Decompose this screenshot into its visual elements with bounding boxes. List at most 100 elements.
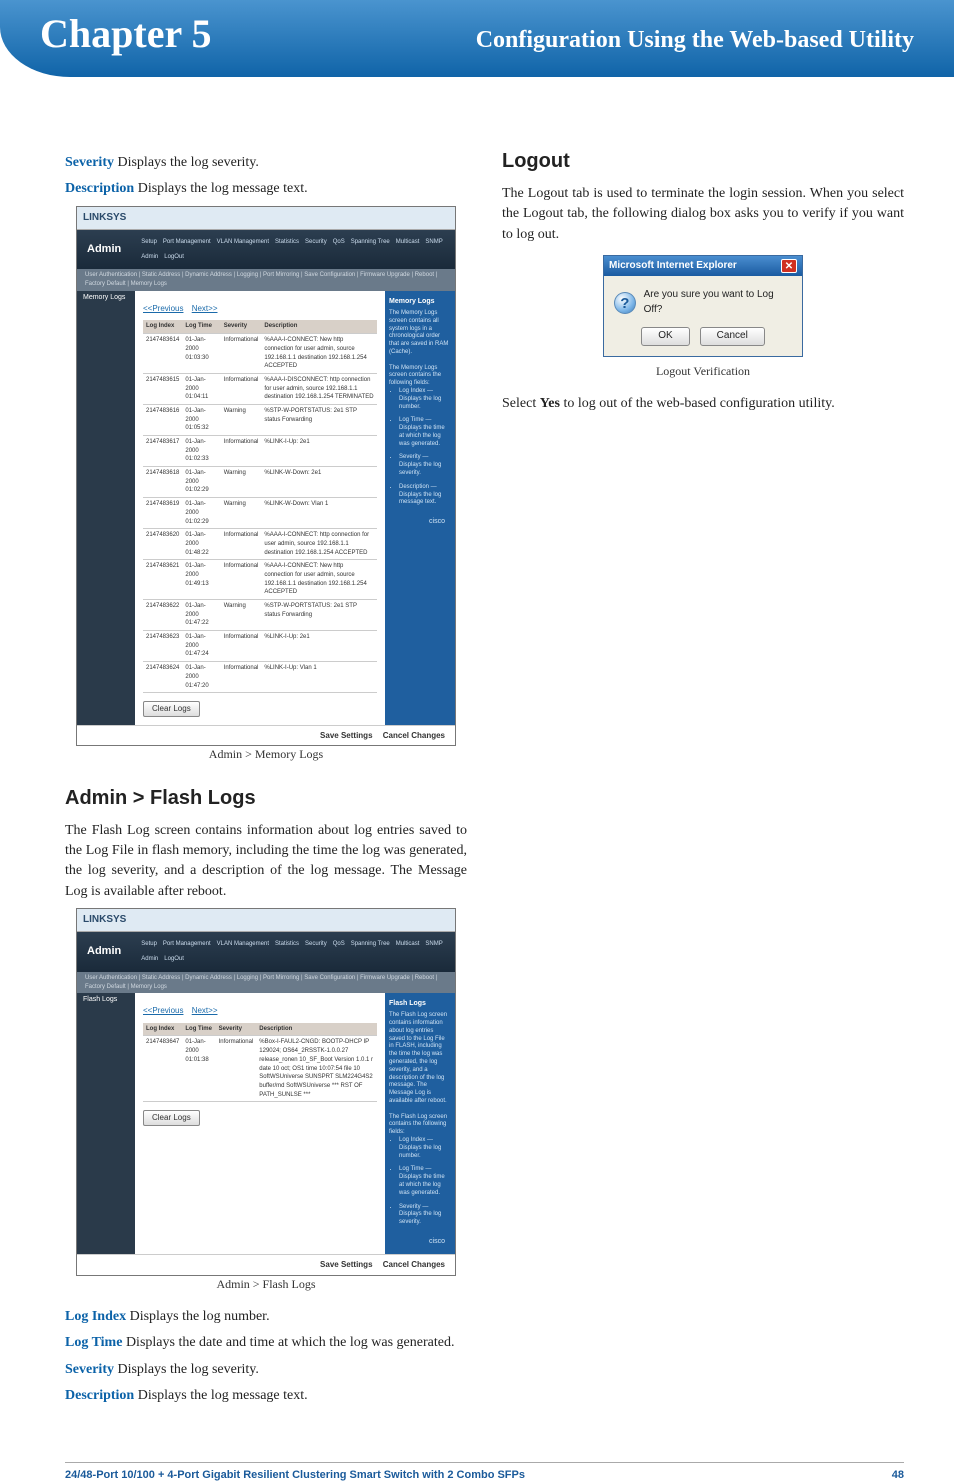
cancel-changes-button[interactable]: Cancel Changes [383,1260,445,1269]
flash-logs-heading: Admin > Flash Logs [65,784,467,813]
prev-link[interactable]: <<Previous [143,1006,183,1015]
table-row: 214748362101-Jan-2000 01:49:13Informatio… [143,560,377,600]
logout-dialog: Microsoft Internet Explorer ✕ ? Are you … [603,255,803,357]
table-row: 214748361801-Jan-2000 01:02:29Warning%LI… [143,467,377,498]
side-sub: The Memory Logs screen contains the foll… [389,365,451,388]
nav-tab[interactable]: Port Management [163,238,211,247]
cancel-changes-button[interactable]: Cancel Changes [383,731,445,740]
shot-main: <<Previous Next>> Log IndexLog TimeSever… [135,291,385,725]
nav-tab[interactable]: Admin [141,253,158,262]
flash-logs-screenshot: LINKSYS Admin Setup Port Management VLAN M… [76,908,456,1276]
table-header: Log Time [182,1023,215,1036]
select-post: to log out of the web-based configuratio… [560,396,835,411]
side-item: Log Index — Displays the log number. [399,388,451,411]
left-column: Severity Displays the log severity. Desc… [65,147,467,1412]
description-line: Description Displays the log message tex… [65,179,467,199]
shot-tabs: Setup Port Management VLAN Management Stati… [141,238,445,261]
flash-para-text: The Flash Log screen contains informatio… [65,823,467,899]
table-header: Description [256,1023,377,1036]
next-link[interactable]: Next>> [192,1006,218,1015]
shot-main: <<Previous Next>> Log IndexLog TimeSever… [135,993,385,1254]
memory-logs-table: Log IndexLog TimeSeverityDescription2147… [143,320,377,693]
fig1-caption: Admin > Memory Logs [65,746,467,763]
severity2-term: Severity [65,1362,114,1377]
logtime-term: Log Time [65,1335,122,1350]
shot-banner: Admin Setup Port Management VLAN Managemen… [77,230,455,269]
description2-line: Description Displays the log message tex… [65,1386,467,1406]
shot-brand: LINKSYS [77,207,455,231]
dialog-title-text: Microsoft Internet Explorer [609,259,737,274]
side-items: Log Index — Displays the log number.Log … [389,1137,451,1227]
table-row: 214748361601-Jan-2000 01:05:32Warning%ST… [143,404,377,435]
shot-sidebar: Memory Logs The Memory Logs screen conta… [385,291,455,725]
side-title: Memory Logs [389,297,451,306]
description-term: Description [65,181,134,196]
shot-crumb: Memory Logs [77,291,135,305]
table-header: Description [261,320,377,333]
table-row: 214748361901-Jan-2000 01:02:29Warning%LI… [143,498,377,529]
nav-tab[interactable]: LogOut [164,253,184,262]
prev-link[interactable]: <<Previous [143,304,183,313]
select-yes: Yes [540,396,560,411]
table-row: 214748362301-Jan-2000 01:47:24Informatio… [143,631,377,662]
clear-logs-button[interactable]: Clear Logs [143,1110,200,1126]
shot-sidebar: Flash Logs The Flash Log screen contains… [385,993,455,1254]
nav-tab[interactable]: Admin [141,955,158,964]
nav-tab[interactable]: Setup [141,238,157,247]
side-item: Description — Displays the log message t… [399,484,451,507]
nav-tab[interactable]: LogOut [164,955,184,964]
page-footer: 24/48-Port 10/100 + 4-Port Gigabit Resil… [65,1462,904,1481]
logindex-term: Log Index [65,1309,126,1324]
side-item: Severity — Displays the log severity. [399,1204,451,1227]
shot-subtabs: User Authentication | Static Address | D… [77,972,455,993]
nav-tab[interactable]: Security [305,940,327,949]
severity-line: Severity Displays the log severity. [65,153,467,173]
cisco-logo: cisco [389,1233,451,1248]
nav-tab[interactable]: Setup [141,940,157,949]
nav-tab[interactable]: Security [305,238,327,247]
nav-tab[interactable]: Spanning Tree [351,940,390,949]
page-content: Severity Displays the log severity. Desc… [0,117,954,1422]
nav-tab[interactable]: SNMP [425,238,442,247]
nav-tab[interactable]: Statistics [275,940,299,949]
side-items: Log Index — Displays the log number. Log … [389,388,451,507]
footer-product: 24/48-Port 10/100 + 4-Port Gigabit Resil… [65,1469,525,1481]
nav-tab[interactable]: VLAN Management [217,940,269,949]
dialog-titlebar: Microsoft Internet Explorer ✕ [604,256,802,277]
nav-tab[interactable]: Multicast [396,238,420,247]
side-title: Flash Logs [389,999,451,1008]
footer-page-number: 48 [892,1469,904,1481]
clear-logs-button[interactable]: Clear Logs [143,701,200,717]
description2-term: Description [65,1388,134,1403]
table-row: 214748361401-Jan-2000 01:03:30Informatio… [143,334,377,374]
side-sub: The Flash Log screen contains the follow… [389,1114,451,1137]
fig2-caption: Admin > Flash Logs [65,1276,467,1293]
nav-tab[interactable]: Statistics [275,238,299,247]
shot-subtabs: User Authentication | Static Address | D… [77,269,455,290]
nav-tab[interactable]: VLAN Management [217,238,269,247]
chapter-number: Chapter 5 [40,10,211,57]
logtime-text: Displays the date and time at which the … [122,1335,454,1350]
table-row: 214748362001-Jan-2000 01:48:22Informatio… [143,529,377,560]
logindex-line: Log Index Displays the log number. [65,1307,467,1327]
side-item: Log Time — Displays the time at which th… [399,417,451,448]
close-icon[interactable]: ✕ [781,259,797,273]
right-column: Logout The Logout tab is used to termina… [502,147,904,1412]
nav-tab[interactable]: QoS [333,940,345,949]
shot-pager: <<Previous Next>> [143,303,377,315]
select-yes-line: Select Yes to log out of the web-based c… [502,394,904,414]
table-row: 214748361701-Jan-2000 01:02:33Informatio… [143,436,377,467]
cancel-button[interactable]: Cancel [700,327,765,346]
save-settings-button[interactable]: Save Settings [320,1260,372,1269]
nav-tab[interactable]: Multicast [396,940,420,949]
shot-brand: LINKSYS [77,909,455,933]
next-link[interactable]: Next>> [192,304,218,313]
nav-tab[interactable]: Port Management [163,940,211,949]
ok-button[interactable]: OK [641,327,689,346]
nav-tab[interactable]: Spanning Tree [351,238,390,247]
nav-tab[interactable]: SNMP [425,940,442,949]
severity-term: Severity [65,155,114,170]
nav-tab[interactable]: QoS [333,238,345,247]
table-header: Log Time [182,320,220,333]
save-settings-button[interactable]: Save Settings [320,731,372,740]
